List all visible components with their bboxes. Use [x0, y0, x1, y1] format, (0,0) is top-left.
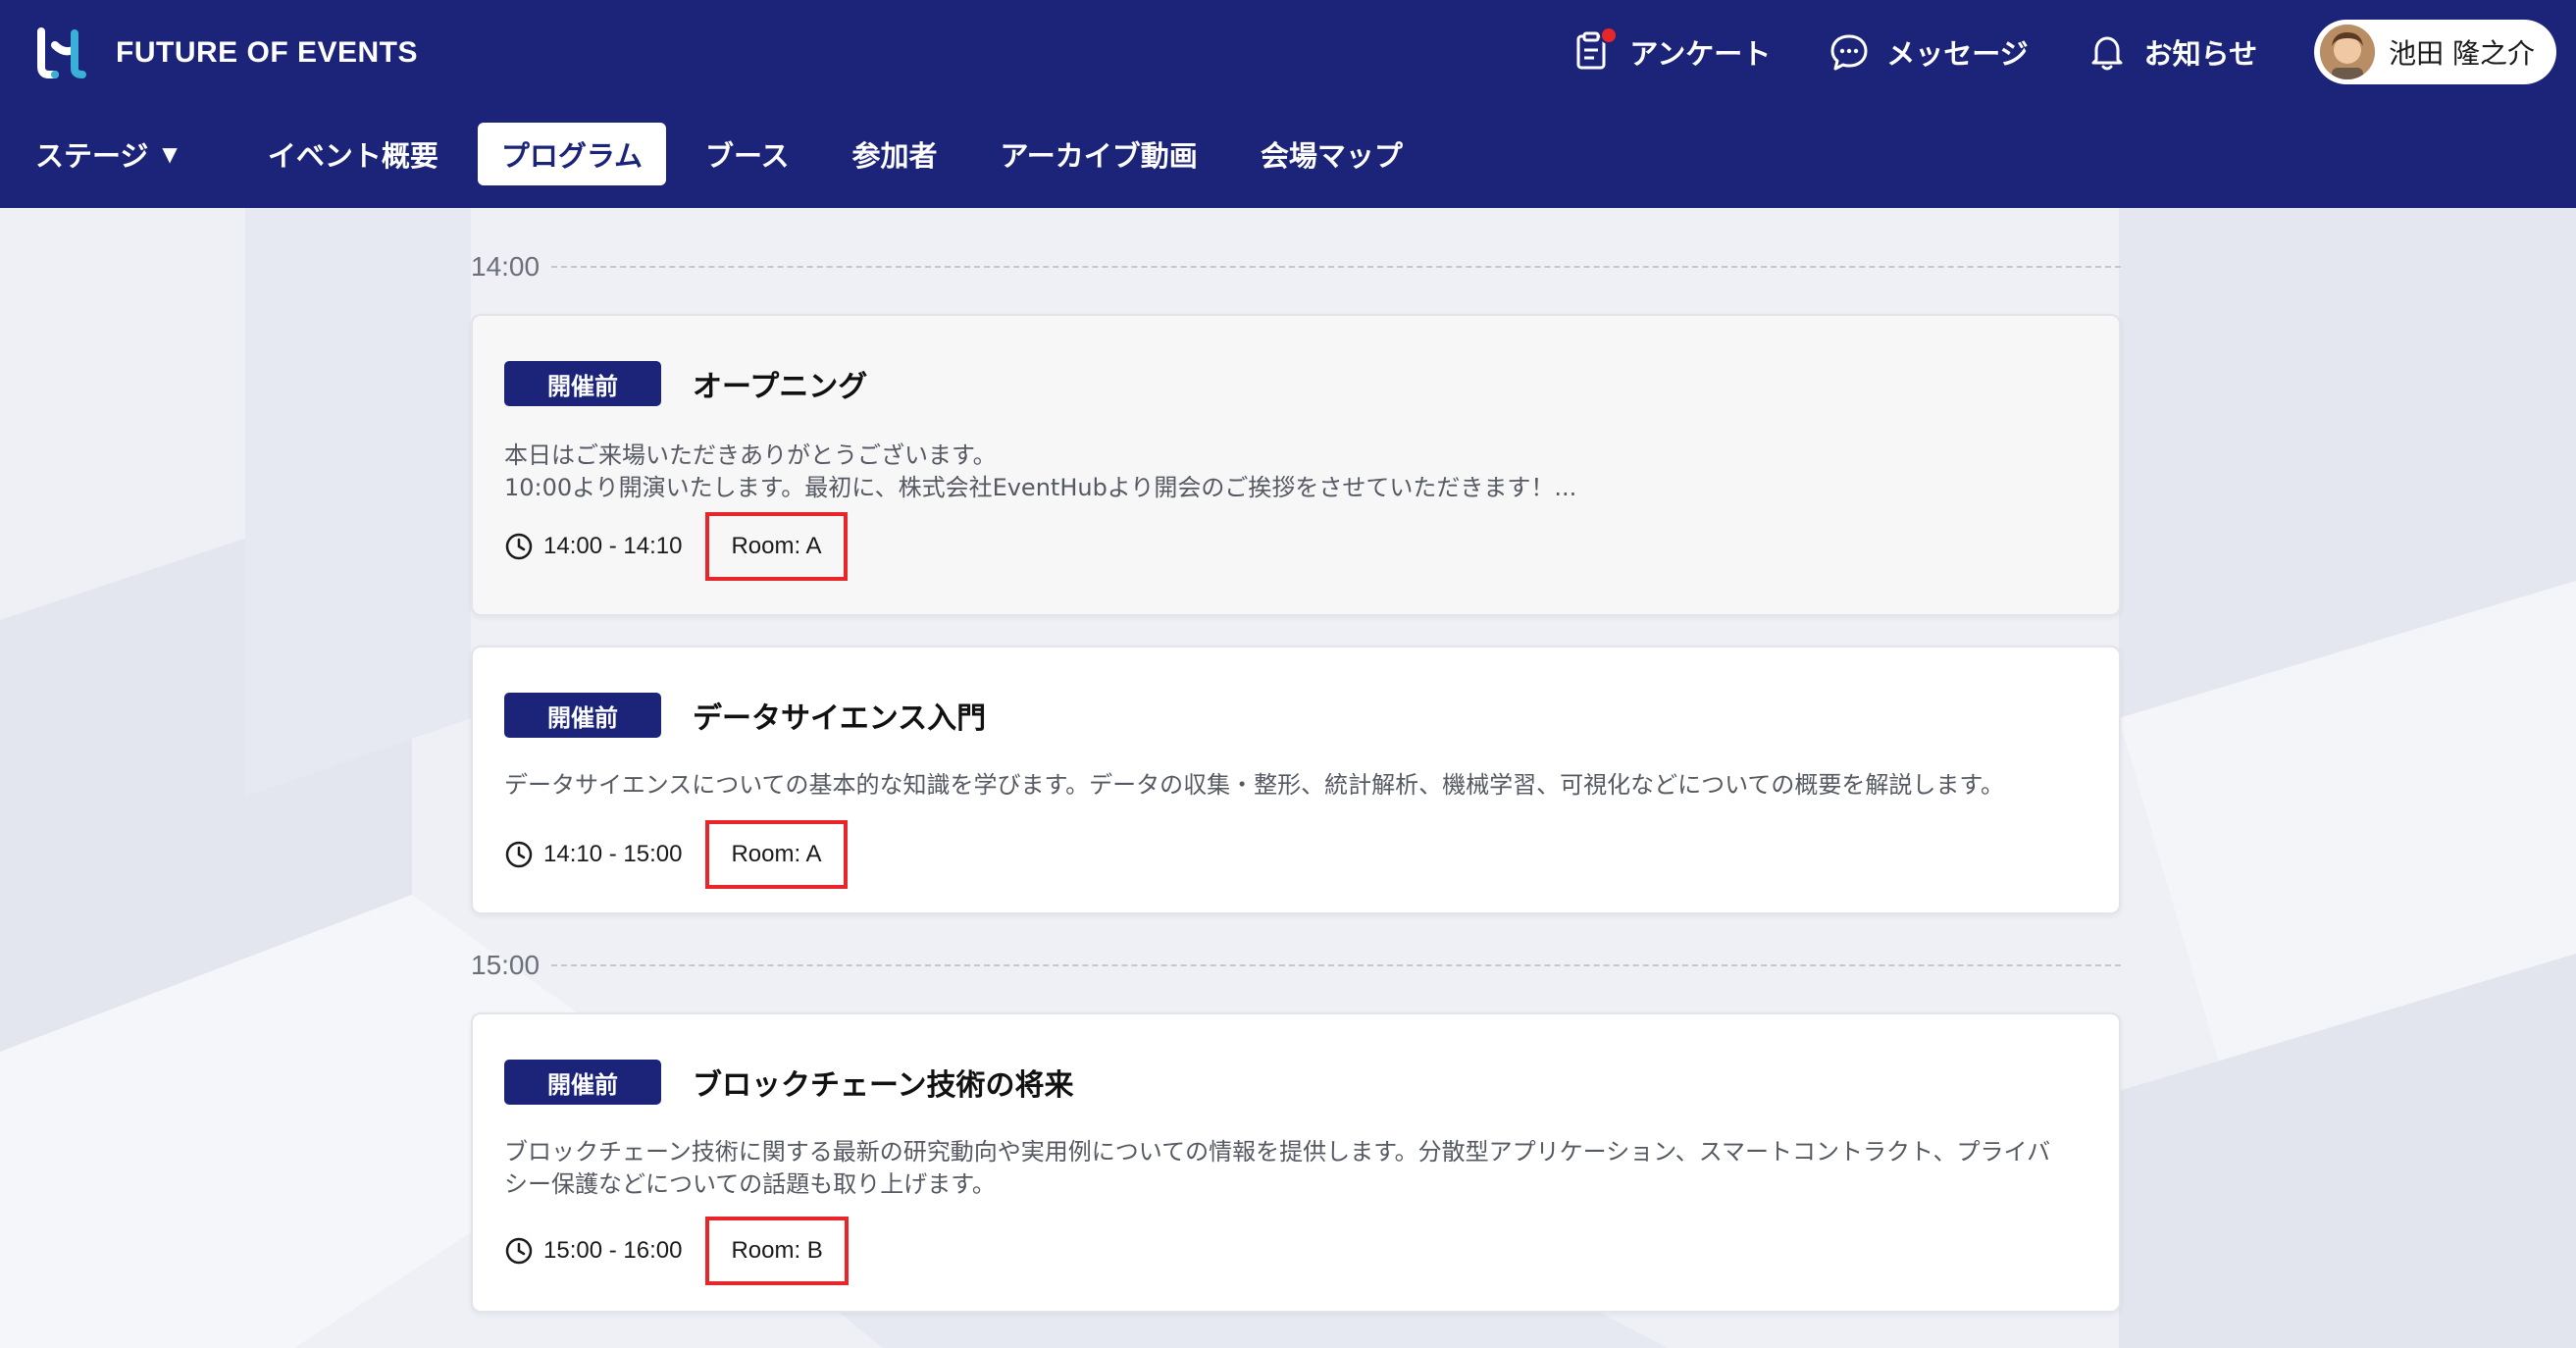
nav-program-label: プログラム	[500, 139, 643, 173]
logo-mark-icon	[37, 27, 86, 78]
clock-icon	[505, 1237, 533, 1265]
nav-stage[interactable]: ステージ ▼	[14, 123, 201, 185]
nav-participants[interactable]: 参加者	[829, 123, 961, 185]
survey-button[interactable]: アンケート	[1571, 26, 1772, 74]
clock-icon	[505, 533, 533, 560]
room-label: Room: B	[705, 1217, 849, 1285]
user-name: 池田 隆之介	[2389, 37, 2535, 70]
caret-down-icon: ▼	[162, 142, 178, 166]
time-separator-label: 15:00	[471, 950, 541, 980]
session-meta: 15:00 - 16:00 Room: B	[504, 1217, 849, 1285]
time-separator: 14:00	[471, 247, 2121, 286]
description-line: 10:00より開演いたします。最初に、株式会社EventHubより開会のご挨拶を…	[504, 474, 1577, 501]
nav-venue-map[interactable]: 会場マップ	[1237, 123, 1426, 185]
brand-name: FUTURE OF EVENTS	[116, 36, 419, 69]
time-separator: 15:00	[471, 946, 2121, 985]
nav-booths-label: ブース	[704, 139, 790, 173]
dashed-divider	[551, 266, 2121, 268]
session-description: データサイエンスについての基本的な知識を学びます。データの収集・整形、統計解析、…	[504, 769, 2074, 802]
notification-dot	[1600, 26, 1619, 44]
brand-logo[interactable]: FUTURE OF EVENTS	[35, 26, 418, 80]
session-meta: 14:10 - 15:00 Room: A	[504, 820, 848, 889]
session-card[interactable]: 開催前 ブロックチェーン技術の将来 ブロックチェーン技術に関する最新の研究動向や…	[471, 1012, 2121, 1313]
notifications-label: お知らせ	[2143, 37, 2258, 71]
status-badge: 開催前	[504, 361, 661, 406]
description-line: シー保護などについての話題も取り上げます。	[504, 1170, 996, 1198]
notifications-button[interactable]: お知らせ	[2086, 30, 2257, 74]
session-title: オープニング	[693, 370, 868, 404]
main-nav: ステージ ▼ イベント概要 プログラム ブース 参加者 アーカイブ動画 会場マッ…	[35, 122, 1442, 186]
description-line: 本日はご来場いただきありがとうございます。	[504, 441, 997, 469]
survey-icon	[1571, 26, 1619, 74]
survey-label: アンケート	[1629, 37, 1772, 71]
bell-icon	[2086, 30, 2129, 74]
description-line: データサイエンスについての基本的な知識を学びます。データの収集・整形、統計解析、…	[504, 771, 2005, 799]
nav-program[interactable]: プログラム	[477, 123, 666, 185]
nav-participants-label: 参加者	[851, 139, 938, 173]
session-description: ブロックチェーン技術に関する最新の研究動向や実用例についての情報を提供します。分…	[504, 1136, 2074, 1201]
dashed-divider	[551, 964, 2121, 966]
nav-stage-label: ステージ	[35, 139, 149, 173]
app-header: FUTURE OF EVENTS アンケート メッセージ お知らせ 池田 隆之介…	[0, 0, 2576, 208]
avatar	[2320, 25, 2376, 79]
room-label: Room: A	[705, 512, 848, 581]
user-menu-button[interactable]: 池田 隆之介	[2314, 20, 2556, 84]
nav-event-overview[interactable]: イベント概要	[244, 123, 462, 185]
session-time: 14:10 - 15:00	[543, 841, 683, 867]
top-actions: アンケート メッセージ お知らせ 池田 隆之介	[1571, 20, 2556, 84]
nav-venue-map-label: 会場マップ	[1260, 139, 1403, 173]
status-badge: 開催前	[504, 693, 661, 738]
nav-archive-videos[interactable]: アーカイブ動画	[977, 123, 1221, 185]
clock-icon	[505, 841, 533, 868]
description-line: ブロックチェーン技術に関する最新の研究動向や実用例についての情報を提供します。分…	[504, 1138, 2051, 1166]
messages-label: メッセージ	[1886, 37, 2029, 71]
session-time: 14:00 - 14:10	[543, 533, 683, 559]
session-meta: 14:00 - 14:10 Room: A	[504, 512, 848, 581]
room-label: Room: A	[705, 820, 848, 889]
session-header: 開催前 ブロックチェーン技術の将来	[504, 1060, 1074, 1105]
session-description: 本日はご来場いただきありがとうございます。 10:00より開演いたします。最初に…	[504, 440, 2074, 504]
chat-bubble-icon	[1828, 30, 1871, 74]
session-card[interactable]: 開催前 データサイエンス入門 データサイエンスについての基本的な知識を学びます。…	[471, 646, 2121, 914]
nav-booths[interactable]: ブース	[682, 123, 813, 185]
session-time: 15:00 - 16:00	[543, 1237, 683, 1264]
nav-event-overview-label: イベント概要	[267, 139, 438, 173]
status-badge: 開催前	[504, 1060, 661, 1105]
session-title: ブロックチェーン技術の将来	[693, 1068, 1074, 1103]
session-card[interactable]: 開催前 オープニング 本日はご来場いただきありがとうございます。 10:00より…	[471, 314, 2121, 616]
time-separator-label: 14:00	[471, 251, 541, 282]
session-header: 開催前 データサイエンス入門	[504, 693, 986, 738]
messages-button[interactable]: メッセージ	[1828, 30, 2029, 74]
session-header: 開催前 オープニング	[504, 361, 867, 406]
session-title: データサイエンス入門	[693, 701, 987, 736]
nav-archive-videos-label: アーカイブ動画	[1000, 139, 1198, 173]
